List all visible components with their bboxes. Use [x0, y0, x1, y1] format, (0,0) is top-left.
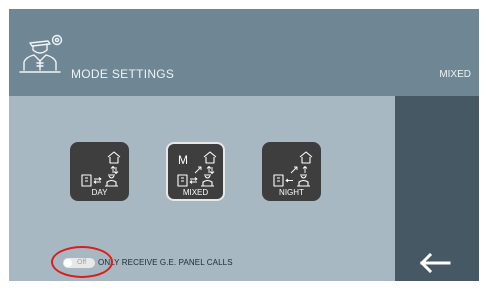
mixed-mode-badge: M: [178, 153, 188, 167]
night-mode-label: NIGHT: [279, 188, 304, 197]
day-mode-button[interactable]: DAY: [70, 142, 129, 201]
night-mode-button[interactable]: NIGHT: [262, 142, 321, 201]
day-mode-label: DAY: [92, 188, 109, 197]
header-bar: MODE SETTINGS MIXED: [9, 9, 479, 96]
mixed-mode-icon: M MIXED: [177, 151, 217, 197]
back-arrow-icon[interactable]: [418, 253, 452, 273]
concierge-settings-icon: [19, 34, 63, 73]
mixed-mode-button[interactable]: M MIXED: [166, 142, 225, 201]
current-mode-indicator: MIXED: [439, 69, 471, 80]
ge-panel-calls-label: ONLY RECEIVE G.E. PANEL CALLS: [98, 258, 233, 267]
mixed-mode-label: MIXED: [183, 188, 209, 197]
day-mode-icon: DAY: [81, 151, 121, 197]
annotation-circle: [51, 246, 113, 278]
page-title: MODE SETTINGS: [71, 67, 175, 81]
night-mode-icon: NIGHT: [273, 151, 313, 197]
